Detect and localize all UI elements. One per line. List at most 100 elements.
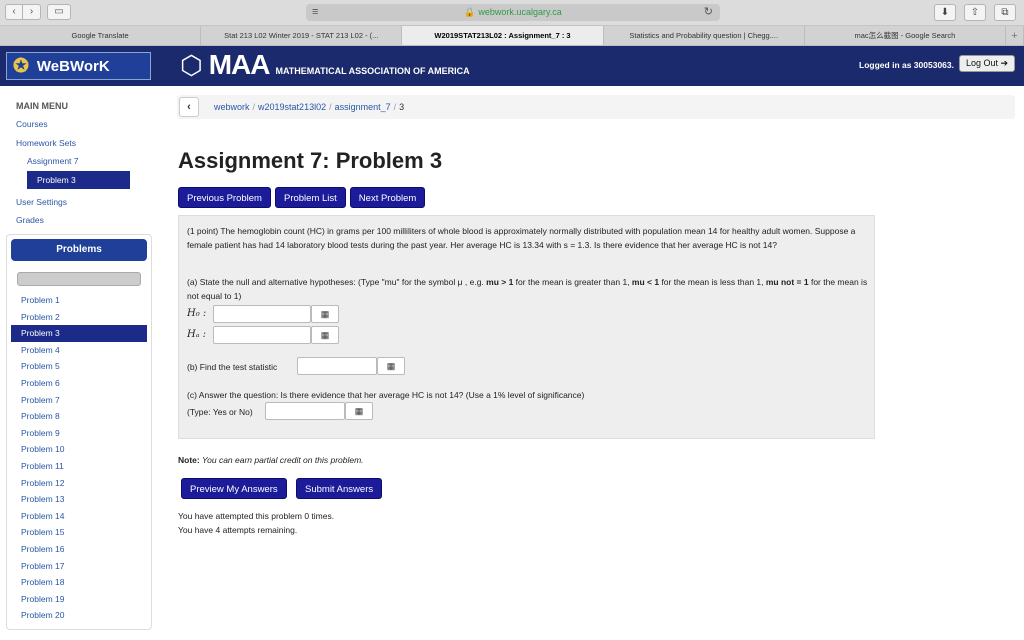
h0-label: H₀ : — [187, 308, 207, 319]
problems-panel-title: Problems — [11, 239, 147, 261]
tab-chegg[interactable]: Statistics and Probability question | Ch… — [604, 26, 805, 45]
main-menu: MAIN MENU Courses Homework Sets Assignme… — [6, 93, 151, 226]
download-icon[interactable]: ⬇ — [934, 4, 956, 21]
part-a-text-2: for the mean is greater than 1, — [513, 277, 632, 287]
problem-list-item[interactable]: Problem 5 — [7, 358, 151, 375]
previous-problem-button[interactable]: Previous Problem — [178, 187, 271, 208]
problem-list-item[interactable]: Problem 11 — [7, 458, 151, 475]
menu-user-settings[interactable]: User Settings — [6, 189, 151, 208]
part-a-text-3: for the mean is less than 1, — [659, 277, 766, 287]
maa-icosahedron-icon: ⬡ — [180, 50, 203, 80]
part-a-text-1: (a) State the null and alternative hypot… — [187, 277, 487, 287]
menu-problem[interactable]: Problem 3 — [27, 170, 130, 189]
forward-arrow-icon[interactable]: › — [23, 4, 41, 20]
problems-panel: Problems Problem 1 Problem 2 Problem 3 Prob… — [6, 234, 152, 630]
back-chevron-icon[interactable]: ‹ — [179, 97, 199, 117]
problem-intro: (1 point) The hemoglobin count (HC) in g… — [187, 226, 856, 250]
share-icon[interactable]: ⇧ — [964, 4, 986, 21]
tab-stat213[interactable]: Stat 213 L02 Winter 2019 - STAT 213 L02 … — [201, 26, 403, 45]
reload-icon[interactable]: ↻ — [704, 4, 713, 21]
problem-list-button[interactable]: Problem List — [274, 187, 346, 208]
problem-list-item[interactable]: Problem 4 — [7, 342, 151, 359]
tab-google-search[interactable]: mac怎么截图 - Google Search — [805, 26, 1007, 45]
crumb-problem: 3 — [399, 102, 405, 112]
h0-input[interactable] — [213, 305, 311, 323]
part-c-text: (c) Answer the question: Is there eviden… — [187, 390, 585, 400]
crumb-set[interactable]: assignment_7 — [335, 102, 391, 112]
equation-editor-icon[interactable]: ▦ — [345, 402, 373, 420]
problem-list-item[interactable]: Problem 13 — [7, 491, 151, 508]
problem-list-item[interactable]: Problem 16 — [7, 541, 151, 558]
attempts-remaining: You have 4 attempts remaining. — [178, 525, 298, 535]
address-bar[interactable]: ≡ 🔒 webwork.ucalgary.ca ↻ — [306, 4, 720, 21]
tabs-overview-icon[interactable]: ⧉ — [994, 4, 1016, 21]
menu-grades[interactable]: Grades — [6, 207, 151, 226]
problem-list-item[interactable]: Problem 6 — [7, 375, 151, 392]
part-a-example-2: mu < 1 — [631, 277, 660, 287]
breadcrumb: ‹ webwork / w2019stat213l02/assignment_7/3 — [177, 95, 1015, 119]
problem-list-item[interactable]: Problem 1 — [7, 292, 151, 309]
tab-bar: Google Translate Stat 213 L02 Winter 201… — [0, 26, 1024, 46]
login-status: Logged in as 30053063. — [859, 60, 954, 70]
problem-list-item[interactable]: Problem 18 — [7, 574, 151, 591]
new-tab-icon[interactable]: + — [1006, 26, 1024, 45]
problem-list-item[interactable]: Problem 19 — [7, 591, 151, 608]
part-a-text: (a) State the null and alternative hypot… — [187, 275, 869, 303]
nav-buttons: ‹ › ▭ — [5, 4, 71, 20]
submit-answers-button[interactable]: Submit Answers — [296, 478, 383, 499]
crumb-course[interactable]: w2019stat213l02 — [258, 102, 326, 112]
webwork-logo[interactable]: ✪ WeBWorK — [6, 52, 151, 80]
part-a-example-1: mu > 1 — [486, 277, 514, 287]
equation-editor-icon[interactable]: ▦ — [377, 357, 405, 375]
problem-list-item[interactable]: Problem 14 — [7, 508, 151, 525]
star-icon: ✪ — [13, 55, 29, 77]
note-body: You can earn partial credit on this prob… — [199, 455, 364, 465]
page-title: Assignment 7: Problem 3 — [178, 148, 443, 173]
problem-list-item[interactable]: Problem 7 — [7, 392, 151, 409]
maa-logo-text: MAA — [208, 49, 271, 80]
problem-list-item[interactable]: Problem 20 — [7, 607, 151, 624]
equation-editor-icon[interactable]: ▦ — [311, 305, 339, 323]
note-text: Note: You can earn partial credit on thi… — [178, 455, 364, 465]
tab-google-translate[interactable]: Google Translate — [0, 26, 202, 45]
problem-list-item[interactable]: Problem 12 — [7, 475, 151, 492]
back-arrow-icon[interactable]: ‹ — [5, 4, 23, 20]
problems-progress-bar — [17, 272, 141, 286]
ha-input[interactable] — [213, 326, 311, 344]
crumb-webwork[interactable]: webwork — [214, 102, 250, 112]
part-c-type: (Type: Yes or No) — [187, 407, 253, 417]
tab-assignment[interactable]: W2019STAT213L02 : Assignment_7 : 3 — [402, 26, 604, 45]
maa-logo[interactable]: ⬡ MAA MATHEMATICAL ASSOCIATION OF AMERIC… — [180, 49, 470, 81]
next-problem-button[interactable]: Next Problem — [349, 187, 426, 208]
problem-list-item[interactable]: Problem 3 — [11, 325, 147, 342]
menu-courses[interactable]: Courses — [6, 111, 151, 130]
problem-list-item[interactable]: Problem 9 — [7, 425, 151, 442]
note-label: Note: — [178, 455, 200, 465]
logout-button[interactable]: Log Out ➔ — [959, 55, 1015, 72]
problem-nav-buttons: Previous Problem Problem List Next Probl… — [178, 187, 426, 208]
problem-list-item[interactable]: Problem 17 — [7, 558, 151, 575]
maa-subtitle: MATHEMATICAL ASSOCIATION OF AMERICA — [275, 66, 470, 76]
logout-label: Log Out — [965, 58, 998, 68]
problem-list-item[interactable]: Problem 10 — [7, 441, 151, 458]
preview-answers-button[interactable]: Preview My Answers — [181, 478, 287, 499]
problem-list: Problem 1 Problem 2 Problem 3 Problem 4 Prob… — [7, 292, 151, 624]
browser-toolbar: ‹ › ▭ ≡ 🔒 webwork.ucalgary.ca ↻ ⬇ ⇧ ⧉ — [0, 0, 1024, 26]
ha-label: Hₐ : — [187, 329, 207, 340]
url-text: webwork.ucalgary.ca — [478, 7, 562, 17]
test-statistic-input[interactable] — [297, 357, 377, 375]
equation-editor-icon[interactable]: ▦ — [311, 326, 339, 344]
toolbar-right: ⬇ ⇧ ⧉ — [934, 4, 1016, 21]
main-menu-title: MAIN MENU — [16, 101, 68, 111]
sidebar-icon[interactable]: ▭ — [47, 4, 71, 20]
lock-icon: 🔒 — [464, 7, 476, 17]
evidence-input[interactable] — [265, 402, 345, 420]
part-b-text: (b) Find the test statistic — [187, 362, 278, 372]
problem-list-item[interactable]: Problem 2 — [7, 309, 151, 326]
menu-assignment[interactable]: Assignment 7 — [6, 148, 151, 167]
problem-list-item[interactable]: Problem 8 — [7, 408, 151, 425]
site-banner: ✪ WeBWorK ⬡ MAA MATHEMATICAL ASSOCIATION… — [0, 46, 1024, 86]
problem-list-item[interactable]: Problem 15 — [7, 524, 151, 541]
reader-icon[interactable]: ≡ — [312, 5, 318, 19]
menu-homework-sets[interactable]: Homework Sets — [6, 130, 151, 149]
